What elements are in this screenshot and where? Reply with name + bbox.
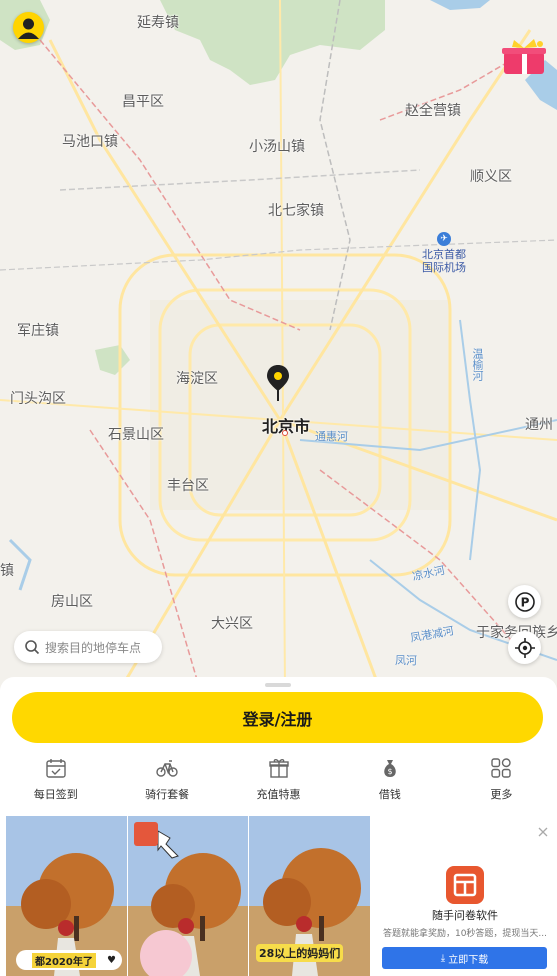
parking-button[interactable]: P <box>508 585 541 618</box>
gift-promo-icon[interactable] <box>500 38 548 78</box>
river-label: 温榆河 <box>471 348 484 381</box>
search-placeholder: 搜索目的地停车点 <box>45 640 142 655</box>
place-label: 石景山区 <box>108 427 164 443</box>
place-label: 军庄镇 <box>17 323 59 339</box>
gift-box-icon <box>268 759 289 778</box>
parking-icon: P <box>514 591 535 612</box>
quick-action-label: 更多 <box>490 788 513 801</box>
download-button[interactable]: ⤓ 立即下载 <box>382 947 547 969</box>
place-label: 房山区 <box>51 594 93 610</box>
place-label: 赵全营镇 <box>405 103 461 119</box>
place-label: 大兴区 <box>211 616 253 632</box>
river-label: 凤河 <box>395 654 417 667</box>
money-bag-icon: $ <box>384 760 396 777</box>
svg-text:$: $ <box>387 767 392 776</box>
airport-name: 北京首都 国际机场 <box>422 248 466 274</box>
place-label: 通州 <box>525 417 553 433</box>
app-screen: 延寿镇 昌平区 赵全营镇 马池口镇 小汤山镇 顺义区 北七家镇 ✈ 北京首都 国… <box>0 0 557 976</box>
place-label: 小汤山镇 <box>249 139 305 155</box>
map-background <box>0 0 557 690</box>
place-label: 马池口镇 <box>62 134 118 150</box>
river-label: 通惠河 <box>315 430 348 443</box>
user-avatar-button[interactable] <box>13 12 44 43</box>
quick-action-borrow-money[interactable]: $ 借钱 <box>334 757 445 807</box>
quick-action-recharge-deal[interactable]: 充值特惠 <box>223 757 334 807</box>
user-icon <box>18 18 39 39</box>
ad-app-info: 随手问卷软件 答题就能拿奖励，10秒答题，提现当天... <box>378 866 552 939</box>
sheet-drag-handle[interactable] <box>265 683 291 687</box>
login-register-button[interactable]: 登录/注册 <box>12 692 543 743</box>
ad-app-logo-small <box>134 822 158 846</box>
location-pin-icon <box>267 365 289 401</box>
quick-action-more[interactable]: 更多 <box>446 757 557 807</box>
place-label: 海淀区 <box>176 371 218 387</box>
place-label: 丰台区 <box>167 478 209 494</box>
bicycle-icon <box>156 760 178 777</box>
airplane-icon: ✈ <box>437 232 451 246</box>
download-label: 立即下载 <box>448 954 489 966</box>
place-label: 镇 <box>0 563 14 579</box>
calendar-check-icon <box>46 759 66 778</box>
quick-action-label: 借钱 <box>378 788 401 801</box>
ad-app-description: 答题就能拿奖励，10秒答题，提现当天... <box>382 929 548 939</box>
svg-text:P: P <box>520 595 529 609</box>
grid-more-icon <box>491 758 512 778</box>
quick-actions-bar: 每日签到 骑行套餐 充值特惠 $ 借钱 更多 <box>0 757 557 807</box>
locate-me-button[interactable] <box>508 631 541 664</box>
ad-caption: 都2020年了 ♥ <box>16 950 122 970</box>
destination-search-input[interactable]: 搜索目的地停车点 <box>14 631 162 663</box>
city-center-marker <box>282 430 288 436</box>
heart-icon: ♥ <box>107 954 116 966</box>
locate-target-icon <box>514 637 535 658</box>
ad-app-name: 随手问卷软件 <box>432 909 498 922</box>
search-icon <box>25 640 40 655</box>
place-label: 延寿镇 <box>137 15 179 31</box>
quick-action-label: 每日签到 <box>33 788 78 801</box>
ad-caption: 28以上的妈妈们 <box>256 944 344 962</box>
map-view[interactable]: 延寿镇 昌平区 赵全营镇 马池口镇 小汤山镇 顺义区 北七家镇 ✈ 北京首都 国… <box>0 0 557 690</box>
close-icon[interactable] <box>537 826 549 838</box>
download-arrow-icon: ⤓ <box>440 952 446 964</box>
place-label: 门头沟区 <box>10 391 66 407</box>
quick-action-label: 充值特惠 <box>256 788 301 801</box>
place-label: 顺义区 <box>470 169 512 185</box>
quick-action-ride-package[interactable]: 骑行套餐 <box>111 757 222 807</box>
survey-app-icon <box>446 866 484 904</box>
airport-label: ✈ 北京首都 国际机场 <box>418 232 470 274</box>
place-label: 北七家镇 <box>268 203 324 219</box>
place-label: 昌平区 <box>122 94 164 110</box>
quick-action-label: 骑行套餐 <box>145 788 190 801</box>
quick-action-daily-checkin[interactable]: 每日签到 <box>0 757 111 807</box>
ad-banner[interactable]: 都2020年了 ♥ 28以上的妈妈们 随手问卷软件 答题就能拿奖励，10秒答题，… <box>0 816 557 976</box>
